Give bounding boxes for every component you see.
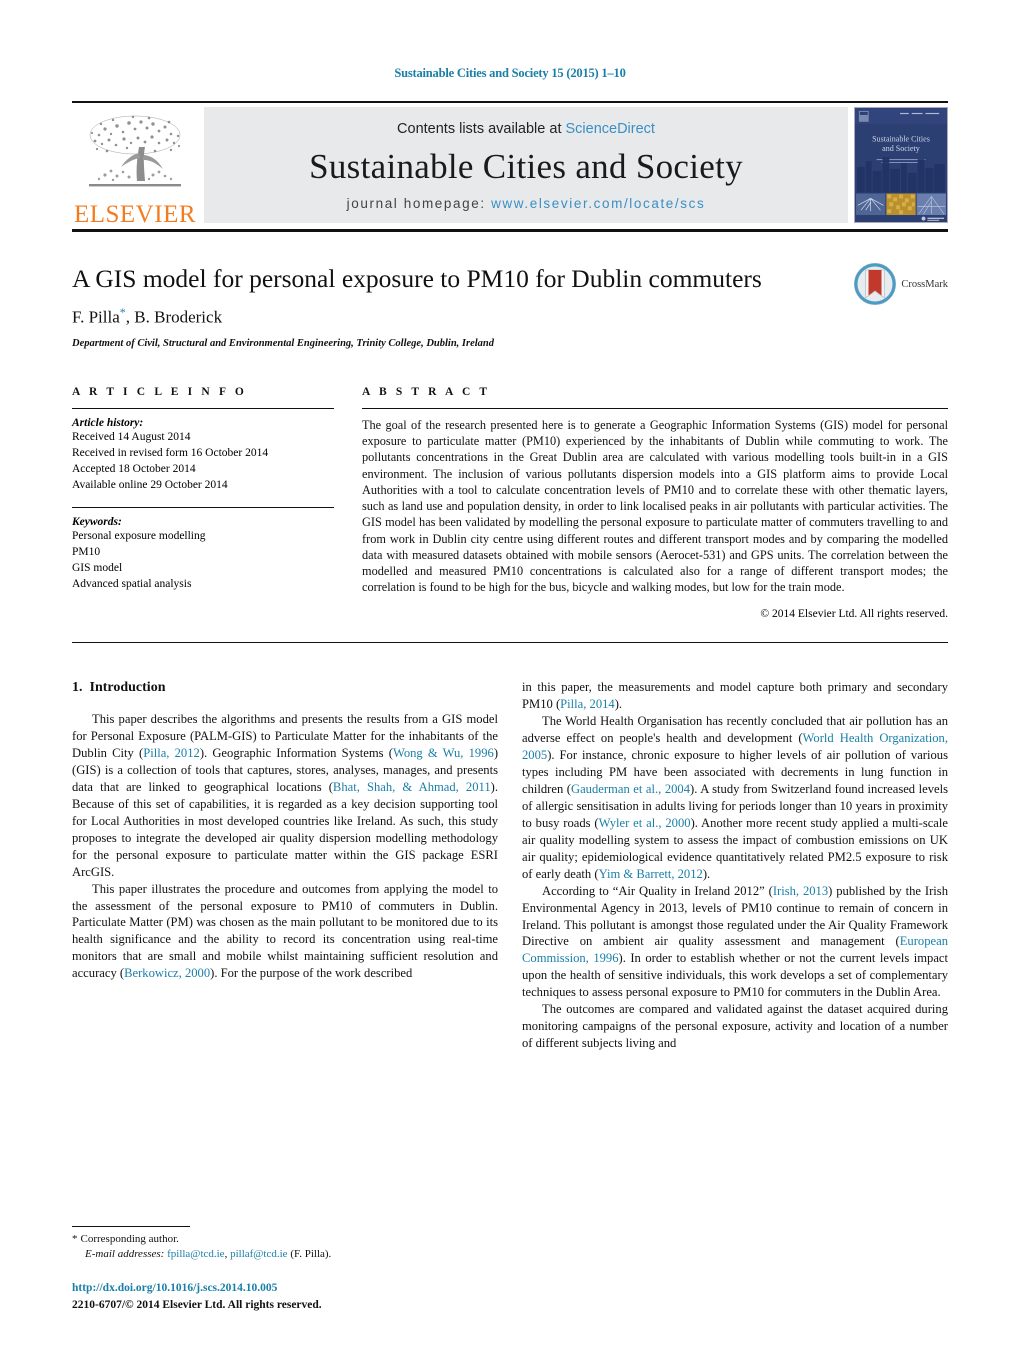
journal-homepage-line: journal homepage: www.elsevier.com/locat… <box>347 196 706 211</box>
running-head: Sustainable Cities and Society 15 (2015)… <box>394 66 626 80</box>
history-accepted: Accepted 18 October 2014 <box>72 462 196 475</box>
history-revised: Received in revised form 16 October 2014 <box>72 446 269 459</box>
citation-gauderman-2004[interactable]: Gauderman et al., 2004 <box>571 782 690 796</box>
email-label: E-mail addresses: <box>85 1248 165 1261</box>
issn-copyright-line: 2210-6707/© 2014 Elsevier Ltd. All right… <box>72 1298 322 1311</box>
keyword-3: GIS model <box>72 562 123 575</box>
citation-yim-barrett-2012[interactable]: Yim & Barrett, 2012 <box>599 867 703 881</box>
section-title-text: Introduction <box>89 680 166 696</box>
author-list: F. Pilla*, B. Broderick <box>72 305 948 328</box>
body-column-left: 1. Introduction This paper describes the … <box>72 679 498 1099</box>
abstract-text: The goal of the research presented here … <box>362 418 948 595</box>
body-column-right: in this paper, the measurements and mode… <box>522 679 948 1099</box>
cover-artwork: Sustainable Cities and Society <box>855 108 947 222</box>
paragraph-left-1: This paper describes the algorithms and … <box>72 712 499 879</box>
citation-pilla-2012[interactable]: Pilla, 2012 <box>143 746 200 760</box>
asterisk-marker: * <box>72 1232 78 1245</box>
elsevier-wordmark: ELSEVIER <box>73 201 197 228</box>
article-info-rule <box>72 408 334 409</box>
history-received: Received 14 August 2014 <box>72 431 191 443</box>
keywords-label: Keywords: <box>72 516 122 529</box>
abstract-bottom-rule <box>72 642 948 644</box>
citation-who-2005[interactable]: World Health Organization, 2005 <box>522 731 948 762</box>
keywords-rule <box>72 507 334 509</box>
history-online: Available online 29 October 2014 <box>72 478 228 491</box>
author-1: F. Pilla <box>72 307 120 327</box>
citation-berkowicz-2000[interactable]: Berkowicz, 2000 <box>124 966 210 980</box>
crossmark-label: CrossMark <box>901 278 948 290</box>
paragraph-right-3: According to “Air Quality in Ireland 201… <box>522 883 948 1000</box>
email-link-1[interactable]: fpilla@tcd.ie <box>167 1248 224 1260</box>
journal-title: Sustainable Cities and Society <box>309 146 743 186</box>
homepage-prefix: journal homepage: <box>346 196 492 211</box>
doi-line: http://dx.doi.org/10.1016/j.scs.2014.10.… <box>72 1280 502 1296</box>
footnote-rule <box>72 1225 190 1227</box>
crossmark-badge[interactable]: CrossMark <box>853 262 948 306</box>
paragraph-right-4: The outcomes are compared and validated … <box>522 1002 948 1051</box>
affiliation: Department of Civil, Structural and Envi… <box>72 337 495 349</box>
paragraph-right-2: The World Health Organisation has recent… <box>522 714 949 881</box>
citation-wong-wu-1996[interactable]: Wong & Wu, 1996 <box>393 746 494 760</box>
elsevier-logo: ELSEVIER <box>72 103 198 229</box>
citation-european-commission-1996[interactable]: European Commission, 1996 <box>522 934 948 965</box>
paragraph-right-1: in this paper, the measurements and mode… <box>522 680 948 712</box>
article-page: Sustainable Cities and Society 15 (2015)… <box>0 0 1020 1351</box>
homepage-url-link[interactable]: www.elsevier.com/locate/scs <box>491 196 705 211</box>
body-columns: 1. Introduction This paper describes the … <box>72 679 948 1099</box>
email-note: E-mail addresses: fpilla@tcd.ie, pillaf@… <box>72 1247 498 1263</box>
keyword-4: Advanced spatial analysis <box>72 578 192 591</box>
citation-wyler-2000[interactable]: Wyler et al., 2000 <box>599 816 691 830</box>
keyword-1: Personal exposure modelling <box>72 530 206 543</box>
contents-prefix: Contents lists available at <box>397 121 566 137</box>
abstract-heading: A B S T R A C T <box>362 386 491 398</box>
page-title: A GIS model for personal exposure to PM1… <box>72 264 762 293</box>
article-history-label: Article history: <box>72 417 144 429</box>
corresponding-author-text: Corresponding author. <box>80 1232 179 1245</box>
section-heading-introduction: 1. Introduction <box>72 679 498 698</box>
journal-cover-thumbnail[interactable]: Sustainable Cities and Society <box>854 107 948 223</box>
masthead-bottom-rule <box>72 229 948 232</box>
citation-pilla-2014[interactable]: Pilla, 2014 <box>560 697 615 711</box>
email-link-2[interactable]: pillaf@tcd.ie <box>230 1248 287 1260</box>
doi-link[interactable]: http://dx.doi.org/10.1016/j.scs.2014.10.… <box>72 1282 277 1294</box>
svg-text:Sustainable Cities: Sustainable Cities <box>872 134 930 143</box>
citation-bhat-2011[interactable]: Bhat, Shah, & Ahmad, 2011 <box>333 780 491 794</box>
svg-text:and Society: and Society <box>882 144 920 153</box>
doi-block: http://dx.doi.org/10.1016/j.scs.2014.10.… <box>72 1280 502 1313</box>
abstract-rule <box>362 408 948 409</box>
section-number: 1. <box>72 680 83 696</box>
email-suffix: (F. Pilla). <box>287 1248 332 1261</box>
corresponding-author-note: * Corresponding author. <box>72 1232 498 1248</box>
citation-irish-2013[interactable]: Irish, 2013 <box>773 884 828 898</box>
footnote-area: * Corresponding author. E-mail addresses:… <box>72 1225 498 1263</box>
sciencedirect-link[interactable]: ScienceDirect <box>566 121 655 137</box>
elsevier-tree-icon <box>89 115 181 187</box>
article-info-column: A R T I C L E I N F O Article history: R… <box>72 386 334 620</box>
author-2: , B. Broderick <box>125 307 223 327</box>
paragraph-left-2: This paper illustrates the procedure and… <box>72 881 498 981</box>
abstract-column: A B S T R A C T The goal of the research… <box>362 386 948 620</box>
crossmark-icon <box>854 263 897 305</box>
info-abstract-region: A R T I C L E I N F O Article history: R… <box>72 386 948 620</box>
keyword-2: PM10 <box>72 546 101 559</box>
copyright-line: © 2014 Elsevier Ltd. All rights reserved… <box>760 608 948 621</box>
journal-masthead: ELSEVIER Contents lists available at Sci… <box>72 103 948 229</box>
contents-available-line: Contents lists available at ScienceDirec… <box>397 121 655 137</box>
masthead-center-panel: Contents lists available at ScienceDirec… <box>204 107 848 223</box>
title-block: A GIS model for personal exposure to PM1… <box>72 236 948 356</box>
article-info-heading: A R T I C L E I N F O <box>72 386 247 398</box>
